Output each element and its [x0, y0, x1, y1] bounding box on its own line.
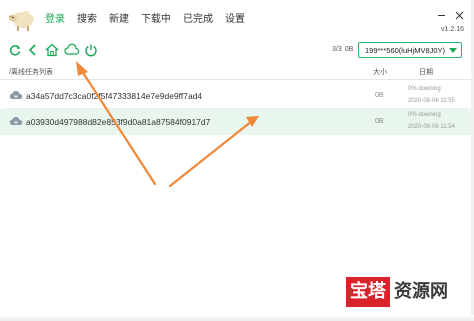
list-path: /离线任务列表: [9, 69, 53, 76]
window-controls: [436, 10, 464, 20]
home-icon[interactable]: [45, 43, 59, 57]
cloud-file-icon: [9, 91, 23, 99]
file-size: 0B: [375, 118, 384, 125]
minimize-icon[interactable]: [436, 10, 446, 20]
nav-new[interactable]: 新建: [109, 14, 129, 26]
nav-login[interactable]: 登录: [45, 14, 65, 26]
main-nav: 登录 搜索 新建 下载中 已完成 设置: [45, 14, 257, 26]
list-item-selected[interactable]: a03930d497988d82e853f9d0a81a87584f0917d7…: [0, 109, 474, 135]
title-bar: 登录 搜索 新建 下载中 已完成 设置 v1.2.16: [0, 0, 474, 36]
refresh-icon[interactable]: [8, 43, 22, 57]
sheep-logo-icon: [8, 11, 34, 31]
file-status: 0% downing: [408, 112, 441, 118]
file-date: 2020-08-06 11:55: [408, 98, 455, 104]
nav-search[interactable]: 搜索: [77, 14, 97, 26]
file-name: a03930d497988d82e853f9d0a81a87584f0917d7: [26, 117, 211, 127]
app-window: 登录 搜索 新建 下载中 已完成 设置 v1.2.16 3/3 0B 199**…: [0, 0, 474, 321]
list-header: /离线任务列表 大小 日期: [0, 64, 474, 80]
toolbar: 3/3 0B 199***560(luHjMV8J0Y): [0, 40, 474, 62]
cloud-download-icon[interactable]: [64, 43, 80, 57]
file-size: 0B: [375, 92, 384, 99]
version-label: v1.2.16: [441, 26, 464, 33]
file-date: 2020-08-06 11:54: [408, 124, 455, 130]
col-size-header[interactable]: 大小: [373, 67, 387, 77]
file-name: a34a57dd7c3ca0f2f5f47333814e7e9de9ff7ad4: [26, 91, 203, 101]
task-count: 3/3 0B: [332, 46, 354, 53]
back-icon[interactable]: [26, 43, 40, 57]
watermark-boxed-text: 宝塔: [346, 277, 390, 307]
close-icon[interactable]: [454, 10, 464, 20]
chevron-down-icon: [449, 48, 457, 53]
file-status: 0% downing: [408, 86, 441, 92]
watermark: 宝塔 资源网: [346, 276, 452, 308]
col-date-header[interactable]: 日期: [419, 67, 433, 77]
power-icon[interactable]: [84, 43, 98, 57]
nav-downloading[interactable]: 下载中: [141, 14, 171, 26]
cloud-file-icon: [9, 117, 23, 125]
account-value: 199***560(luHjMV8J0Y): [365, 46, 446, 55]
nav-settings[interactable]: 设置: [225, 14, 245, 26]
account-select[interactable]: 199***560(luHjMV8J0Y): [358, 42, 462, 58]
nav-completed[interactable]: 已完成: [183, 14, 213, 26]
watermark-text: 资源网: [394, 281, 448, 302]
window-bottom-edge: [0, 315, 474, 321]
list-item[interactable]: a34a57dd7c3ca0f2f5f47333814e7e9de9ff7ad4…: [0, 83, 474, 109]
